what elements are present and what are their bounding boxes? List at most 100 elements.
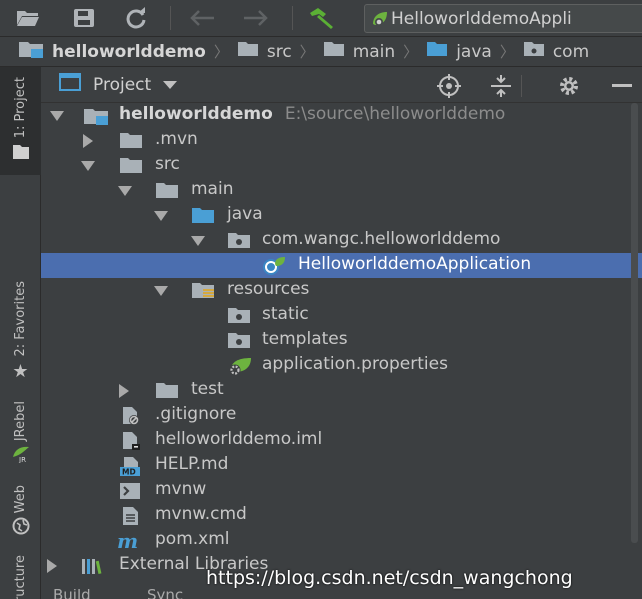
tree-label-mvn: .mvn [155,129,198,149]
breadcrumb-item-java[interactable]: java [426,41,492,62]
tree-label-resources: resources [227,279,310,299]
tree-item-app-properties[interactable]: application.properties [41,353,642,378]
expand-arrow-icon[interactable] [191,236,205,246]
folder-icon [155,382,179,404]
tree-item-templates[interactable]: templates [41,328,642,353]
tree-item-mvnw[interactable]: mvnw [41,478,642,503]
project-folder-icon [12,144,30,164]
tab-web[interactable]: Web [0,485,41,541]
source-folder-icon [191,207,215,229]
project-view-icon [59,73,81,96]
chevron-down-icon[interactable] [163,80,178,89]
tree-label-main: main [191,179,234,199]
breadcrumb: helloworlddemo 〉 src 〉 main 〉 java 〉 com [0,37,642,67]
folder-icon [155,182,179,204]
folder-icon [237,41,259,62]
run-config-label: HelloworlddemoAppli [391,8,572,29]
settings-gear-icon[interactable] [557,74,581,103]
tree-item-test[interactable]: test [41,378,642,403]
tree-item-src[interactable]: src [41,153,642,178]
build-hammer-icon[interactable] [308,5,336,31]
run-configuration-selector[interactable]: HelloworlddemoAppli [364,4,642,33]
save-icon[interactable] [70,5,98,31]
collapse-all-icon[interactable] [489,74,513,103]
tab-project[interactable]: 1: Project [0,67,41,175]
resources-folder-icon [191,282,215,304]
tab-structure[interactable]: Structure [0,555,41,599]
tree-item-package[interactable]: com.wangc.helloworlddemo [41,228,642,253]
expand-arrow-icon[interactable] [47,559,57,573]
tree-label-package: com.wangc.helloworlddemo [262,229,501,249]
breadcrumb-separator: 〉 [299,43,315,61]
tree-label-gitignore: .gitignore [155,404,237,424]
forward-icon[interactable] [242,5,270,31]
project-panel-header: Project [41,67,642,103]
folder-icon [323,41,345,62]
expand-arrow-icon[interactable] [154,211,168,221]
expand-arrow-icon[interactable] [154,286,168,296]
tree-label-test: test [191,379,224,399]
project-view-selector[interactable]: Project [93,75,151,95]
tree-item-iml[interactable]: helloworlddemo.iml [41,428,642,453]
tree-label-app-class: HelloworlddemoApplication [298,254,532,274]
folder-icon [119,157,143,179]
tree-item-static[interactable]: static [41,303,642,328]
folder-icon [119,132,143,154]
sync-icon[interactable] [122,5,150,31]
tree-label-templates: templates [262,329,348,349]
maven-icon: m [117,529,139,553]
tab-jrebel[interactable]: JRebel JR [0,401,41,473]
folder-open-icon[interactable] [14,5,42,31]
project-tree: helloworlddemo E:\source\helloworlddemo .… [41,103,642,599]
library-icon [81,557,103,580]
tab-build[interactable]: Build [53,589,91,599]
globe-icon [12,517,30,539]
breadcrumb-item-src[interactable]: src [237,41,292,62]
jrebel-icon: JR [11,445,31,467]
tab-favorites[interactable]: 2: Favorites ★ [0,281,41,391]
tree-label-pom: pom.xml [155,529,230,549]
toolbar-divider [170,6,171,30]
tab-sync[interactable]: Sync [147,589,183,599]
tree-item-java[interactable]: java [41,203,642,228]
tree-item-resources[interactable]: resources [41,278,642,303]
watermark-url: https://blog.csdn.net/csdn_wangchong [206,567,573,589]
breadcrumb-item-root[interactable]: helloworlddemo [18,40,206,63]
tree-label-iml: helloworlddemo.iml [155,429,323,449]
expand-arrow-icon[interactable] [118,186,132,196]
tree-label-root: helloworlddemo [119,104,273,124]
source-folder-icon [426,41,448,62]
expand-arrow-icon[interactable] [83,134,93,148]
shell-script-icon [119,482,141,505]
expand-arrow-icon[interactable] [50,111,64,121]
tree-item-main[interactable]: main [41,178,642,203]
tree-item-root[interactable]: helloworlddemo E:\source\helloworlddemo [41,103,642,128]
back-icon[interactable] [188,5,216,31]
minimize-icon[interactable] [612,84,632,87]
tree-label-java: java [227,204,263,224]
tree-item-app-class[interactable]: HelloworlddemoApplication [41,253,642,278]
tree-item-pom[interactable]: m pom.xml [41,528,642,553]
breadcrumb-item-main[interactable]: main [323,41,395,62]
breadcrumb-separator: 〉 [499,43,515,61]
breadcrumb-separator: 〉 [403,43,419,61]
tree-item-gitignore[interactable]: .gitignore [41,403,642,428]
tree-label-static: static [262,304,309,324]
tree-scrollbar[interactable] [631,103,638,543]
package-folder-icon [227,307,251,329]
locate-icon[interactable] [437,74,461,103]
tree-item-mvnw-cmd[interactable]: mvnw.cmd [41,503,642,528]
tree-label-app-properties: application.properties [262,354,448,374]
expand-arrow-icon[interactable] [81,161,95,171]
expand-arrow-icon[interactable] [119,384,129,398]
tree-root-path: E:\source\helloworlddemo [284,104,506,124]
tree-item-help[interactable]: MD HELP.md [41,453,642,478]
breadcrumb-item-package[interactable]: com [523,41,589,62]
spring-boot-icon [371,10,389,32]
main-toolbar: HelloworlddemoAppli [0,0,642,37]
breadcrumb-separator: 〉 [213,43,229,61]
tree-item-mvn[interactable]: .mvn [41,128,642,153]
toolbar-divider [292,6,293,30]
package-folder-icon [227,232,251,254]
header-divider [521,75,522,97]
